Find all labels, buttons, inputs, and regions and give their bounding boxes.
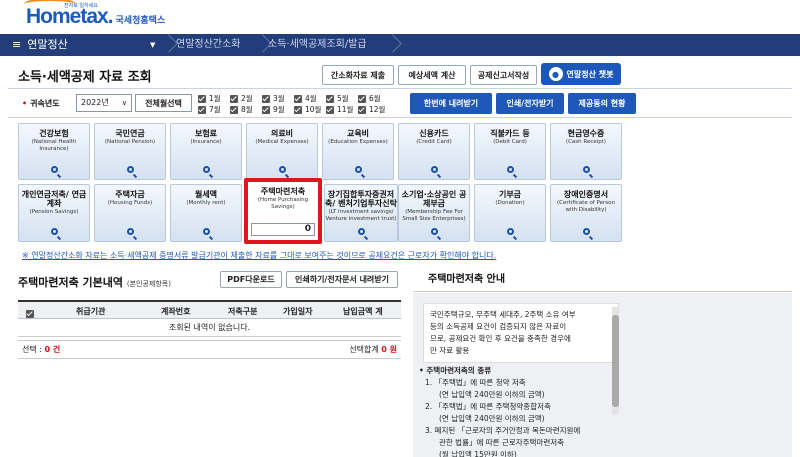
guide-title: 주택마련저축 안내 <box>413 268 792 292</box>
category-credit-card[interactable]: 신용카드 (Credit Card) <box>398 123 470 180</box>
column-header: 납입금액 계 <box>343 307 383 316</box>
breadcrumb-item[interactable]: 소득·세액공제조회/발급 <box>268 34 367 56</box>
guide-warning-box: 국민주택규모, 무주택 세대주, 2주택 소유 여부 등의 소득공제 요건이 검… <box>423 303 619 363</box>
search-icon[interactable] <box>171 227 241 238</box>
guide-panel: 국민주택규모, 무주택 세대주, 2주택 소유 여부 등의 소득공제 요건이 검… <box>413 293 792 457</box>
month-checkbox[interactable]: 7월 <box>198 105 221 114</box>
hamburger-icon: ≡ <box>12 38 22 51</box>
month-checkbox[interactable]: 11월 <box>326 105 353 114</box>
month-checkbox[interactable]: 2월 <box>230 94 253 103</box>
breadcrumb-item[interactable]: 연말정산간소화 <box>176 34 240 56</box>
month-checkbox[interactable]: 8월 <box>230 105 253 114</box>
estimate-tax-button[interactable]: 예상세액 계산 <box>398 65 466 85</box>
submit-simplified-data-button[interactable]: 간소화자료 제출 <box>322 65 394 85</box>
main-menu-button[interactable]: ≡ 연말정산 <box>12 34 68 56</box>
month-checkbox[interactable]: 6월 <box>358 94 381 103</box>
table-footer: 선택 : 0 건 선택합계 0 원 <box>18 340 401 359</box>
column-header: 저축구분 <box>228 307 258 316</box>
hometax-logo[interactable]: 전자로 일하세요 Hometax. 국세청홈택스 <box>24 0 166 28</box>
chatbot-button[interactable]: ● 연말정산 챗봇 <box>541 63 621 85</box>
breadcrumb-separator <box>252 34 266 56</box>
search-icon[interactable] <box>551 227 621 238</box>
search-icon[interactable] <box>399 227 469 238</box>
deduction-category-grid: 건강보험 (National Health Insurance) 국민연금 (Nat… <box>8 123 622 244</box>
category-cash-receipt[interactable]: 현금영수증 (Cash Receipt) <box>550 123 622 180</box>
category-health-insurance[interactable]: 건강보험 (National Health Insurance) <box>18 123 90 180</box>
search-icon[interactable] <box>19 165 89 176</box>
main-menu-label: 연말정산 <box>27 38 68 51</box>
category-national-pension[interactable]: 국민연금 (National Pension) <box>94 123 166 180</box>
category-monthly-rent[interactable]: 월세액 (Monthly rent) <box>170 184 242 242</box>
chevron-down-icon[interactable]: ▼ <box>150 34 155 56</box>
search-icon[interactable] <box>475 227 545 238</box>
category-insurance[interactable]: 보험료 (Insurance) <box>170 123 242 180</box>
search-icon[interactable] <box>19 227 89 238</box>
write-deduction-form-button[interactable]: 공제신고서작성 <box>470 65 537 85</box>
column-header: 가입일자 <box>283 307 313 316</box>
month-checkbox[interactable]: 4월 <box>294 94 317 103</box>
guide-scrollbar[interactable] <box>612 307 619 415</box>
pdf-download-button[interactable]: PDF다운로드 <box>220 271 282 288</box>
consent-status-button[interactable]: 제공동의 현황 <box>568 93 636 114</box>
logo-subtext: 국세청홈택스 <box>115 16 166 26</box>
category-lt-investment[interactable]: 장기집합투자증권저축/ 벤처기업투자신탁 (LT investment savin… <box>324 184 398 242</box>
search-icon[interactable] <box>95 227 165 238</box>
month-checkbox[interactable]: 9월 <box>262 105 285 114</box>
download-all-button[interactable]: 한번에 내려받기 <box>410 93 492 114</box>
guide-content: • 주택마련저축의 종류 1. 「주택법」에 따른 청약 저축 (연 납입액 2… <box>419 365 619 457</box>
category-medical[interactable]: 의료비 (Medical Expenses) <box>246 123 318 180</box>
search-icon[interactable] <box>171 165 241 176</box>
print-electronic-button[interactable]: 인쇄/전자받기 <box>496 93 564 114</box>
month-checkbox[interactable]: 10월 <box>294 105 321 114</box>
chatbot-icon: ● <box>548 67 563 81</box>
column-header: 취급기관 <box>76 307 106 316</box>
logo-text: Hometax. <box>26 5 114 28</box>
search-icon[interactable] <box>475 165 545 176</box>
search-icon[interactable] <box>323 165 393 176</box>
top-nav-bar: ≡ 연말정산 ▼ 연말정산간소화 소득·세액공제조회/발급 <box>0 34 800 56</box>
breadcrumb-separator <box>382 34 396 56</box>
search-icon[interactable] <box>95 165 165 176</box>
print-download-button[interactable]: 인쇄하기/전자문서 내려받기 <box>286 271 398 288</box>
notice-text: ※ 연말정산간소화 자료는 소득·세액공제 증명서류 발급기관이 제출한 자료를… <box>22 251 497 260</box>
guide-section-heading: • 주택마련저축의 종류 <box>419 366 492 375</box>
category-disability-certificate[interactable]: 장애인증명서 (Certificate of Person with Disabi… <box>550 184 622 242</box>
scrollbar-thumb[interactable] <box>612 315 619 407</box>
month-checkbox[interactable]: 3월 <box>262 94 285 103</box>
home-savings-amount[interactable]: 0 <box>251 223 315 236</box>
category-debit-card[interactable]: 직불카드 등 (Debit Card) <box>474 123 546 180</box>
year-select[interactable]: 2022년 ∨ <box>76 94 132 112</box>
select-total: 선택합계 0 원 <box>349 345 397 354</box>
detail-section-title: 주택마련저축 기본내역 (본인공제항목) <box>18 276 171 289</box>
page-title: 소득·세액공제 자료 조회 <box>18 70 152 85</box>
breadcrumb-separator <box>158 34 172 56</box>
month-checkbox[interactable]: 1월 <box>198 94 221 103</box>
year-label: • 귀속년도 <box>22 99 60 108</box>
category-home-purchasing-savings[interactable]: 주택마련저축 (Home Purchasing Savings) 0 <box>244 178 322 244</box>
column-header: 계좌번호 <box>161 307 191 316</box>
month-checkbox[interactable]: 12월 <box>358 105 385 114</box>
category-education[interactable]: 교육비 (Education Expenses) <box>322 123 394 180</box>
month-checkbox[interactable]: 5월 <box>326 94 349 103</box>
search-icon[interactable] <box>247 165 317 176</box>
chevron-down-icon: ∨ <box>121 99 127 107</box>
logo-tagline: 전자로 일하세요 <box>64 3 98 9</box>
select-count: 선택 : 0 건 <box>22 345 61 354</box>
chatbot-label: 연말정산 챗봇 <box>566 69 614 79</box>
search-icon[interactable] <box>399 165 469 176</box>
search-icon[interactable] <box>325 227 397 238</box>
category-pension-savings[interactable]: 개인연금저축/ 연금계좌 (Pension Savings) <box>18 184 90 242</box>
category-small-business[interactable]: 소기업·소상공인 공제부금 (Membership Fee For Small S… <box>398 184 470 242</box>
search-icon[interactable] <box>551 165 621 176</box>
category-donation[interactable]: 기부금 (Donation) <box>474 184 546 242</box>
detail-title-note: (본인공제항목) <box>126 280 171 288</box>
filter-bar: • 귀속년도 2022년 ∨ 전체월선택 1월 2월 3월 4월 5월 6월 7월 … <box>8 88 792 118</box>
empty-message: 조회된 내역이 없습니다. <box>18 319 401 337</box>
table-header: 취급기관 계좌번호 저축구분 가입일자 납입금액 계 <box>18 300 401 319</box>
select-all-months-button[interactable]: 전체월선택 <box>135 94 192 112</box>
category-housing-funds[interactable]: 주택자금 (Housing Funds) <box>94 184 166 242</box>
